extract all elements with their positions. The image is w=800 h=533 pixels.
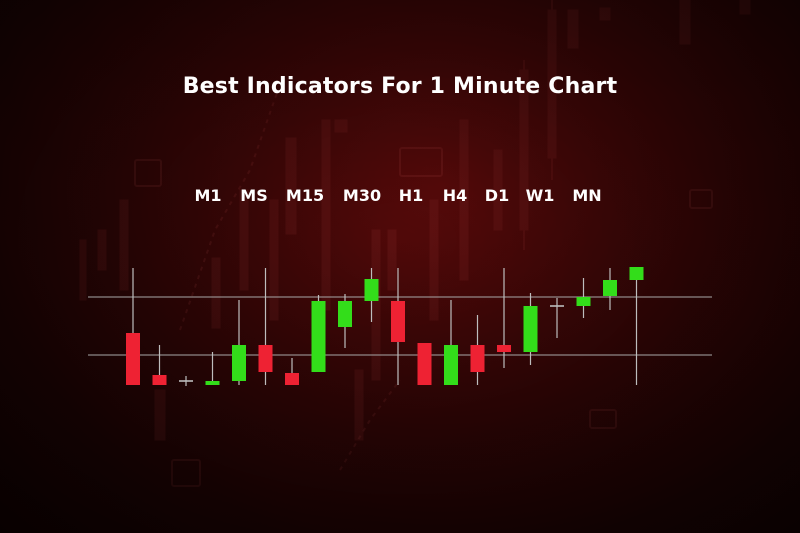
bearish-candle-body bbox=[152, 375, 167, 385]
candle-4 bbox=[205, 352, 220, 385]
candle-2 bbox=[152, 345, 167, 385]
bullish-candle-body bbox=[603, 280, 617, 296]
bullish-candle-body bbox=[232, 345, 246, 381]
bullish-candle-body bbox=[576, 297, 591, 306]
bullish-candle-body bbox=[364, 279, 379, 301]
candle-18 bbox=[576, 278, 591, 318]
bearish-candle-body bbox=[497, 345, 511, 352]
bullish-candle-body bbox=[444, 345, 458, 385]
candle-7 bbox=[285, 358, 299, 385]
candle-5 bbox=[232, 300, 246, 385]
candle-10 bbox=[364, 268, 379, 322]
bullish-candle-body bbox=[205, 381, 220, 385]
candle-13 bbox=[444, 300, 458, 385]
candle-11 bbox=[391, 268, 405, 385]
candle-19 bbox=[603, 268, 617, 310]
candle-8 bbox=[311, 295, 326, 372]
candlestick-chart bbox=[88, 267, 712, 386]
bearish-candle-body bbox=[285, 373, 299, 385]
candle-17 bbox=[550, 298, 564, 338]
bullish-candle-body bbox=[338, 301, 352, 327]
bearish-candle-body bbox=[258, 345, 273, 372]
bearish-candle-body bbox=[126, 333, 140, 385]
candle-16 bbox=[523, 293, 538, 365]
candle-6 bbox=[258, 268, 273, 385]
candle-14 bbox=[470, 315, 485, 385]
bearish-candle-body bbox=[470, 345, 485, 372]
candle-12 bbox=[417, 343, 432, 385]
bullish-candle-body bbox=[523, 306, 538, 352]
candle-3 bbox=[179, 376, 193, 386]
candle-1 bbox=[126, 268, 140, 385]
bullish-candle-body bbox=[629, 267, 644, 280]
bearish-candle-body bbox=[417, 343, 432, 385]
candle-15 bbox=[497, 268, 511, 368]
bearish-candle-body bbox=[391, 301, 405, 342]
candle-9 bbox=[338, 294, 352, 348]
bullish-candle-body bbox=[311, 301, 326, 372]
candle-20 bbox=[629, 267, 644, 385]
